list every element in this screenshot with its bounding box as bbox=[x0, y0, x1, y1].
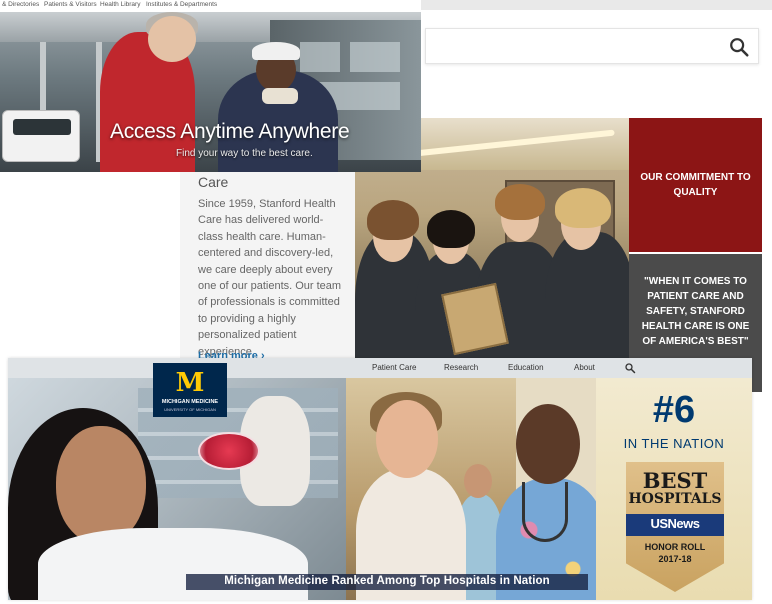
caption-bar[interactable]: Michigan Medicine Ranked Among Top Hospi… bbox=[186, 574, 588, 590]
logo-letter: M bbox=[175, 368, 205, 398]
badge-best: BEST bbox=[642, 468, 708, 493]
search-bar[interactable] bbox=[425, 28, 759, 64]
nav-patient-care[interactable]: Patient Care bbox=[372, 363, 416, 372]
commitment-tile[interactable]: OUR COMMITMENT TO QUALITY bbox=[629, 118, 762, 252]
badge-hospitals: HOSPITALS bbox=[628, 491, 722, 507]
logo-sub: UNIVERSITY OF MICHIGAN bbox=[164, 407, 216, 412]
intro-text: Since 1959, Stanford Health Care has del… bbox=[198, 198, 342, 358]
nurses-photo bbox=[346, 378, 596, 600]
nav-education[interactable]: Education bbox=[508, 363, 544, 372]
ranking-panel: #6 IN THE NATION BEST HOSPITALS USNews H… bbox=[596, 378, 752, 600]
michigan-logo[interactable]: M MICHIGAN MEDICINE UNIVERSITY OF MICHIG… bbox=[153, 363, 227, 417]
rank-number: #6 bbox=[652, 389, 696, 431]
section-heading: Care bbox=[198, 174, 229, 190]
nav-item[interactable]: Institutes & Departments bbox=[146, 1, 217, 8]
nav-about[interactable]: About bbox=[574, 363, 595, 372]
hero-subtitle: Find your way to the best care. bbox=[176, 148, 313, 159]
top-bar bbox=[420, 0, 772, 10]
michigan-panel: Patient Care Research Education About M … bbox=[8, 358, 752, 600]
badge-honor: HONOR ROLL bbox=[644, 542, 706, 552]
nav-item[interactable]: Patients & Visitors bbox=[44, 1, 97, 8]
nav-item[interactable]: & Directories bbox=[2, 1, 39, 8]
access-panel: & Directories Patients & Visitors Health… bbox=[0, 0, 421, 172]
search-icon[interactable] bbox=[624, 362, 636, 374]
rank-label: IN THE NATION bbox=[623, 436, 725, 451]
best-hospitals-badge: BEST HOSPITALS USNews HONOR ROLL 2017-18 bbox=[626, 462, 724, 592]
nav-item[interactable]: Health Library bbox=[100, 1, 140, 8]
badge-brand: USNews bbox=[626, 514, 724, 536]
caption-text: Michigan Medicine Ranked Among Top Hospi… bbox=[224, 575, 550, 587]
hero-title: Access Anytime Anywhere bbox=[110, 120, 350, 143]
badge-year: 2017-18 bbox=[658, 554, 692, 564]
top-nav: Patient Care Research Education About bbox=[8, 358, 752, 378]
search-icon[interactable] bbox=[728, 36, 750, 58]
nav-research[interactable]: Research bbox=[444, 363, 478, 372]
quote-text: "WHEN IT COMES TO PATIENT CARE AND SAFET… bbox=[641, 276, 750, 347]
top-nav: & Directories Patients & Visitors Health… bbox=[0, 0, 421, 12]
commitment-label: OUR COMMITMENT TO QUALITY bbox=[640, 172, 751, 198]
badge-brand-text: USNews bbox=[650, 516, 700, 531]
logo-name: MICHIGAN MEDICINE bbox=[161, 399, 219, 405]
